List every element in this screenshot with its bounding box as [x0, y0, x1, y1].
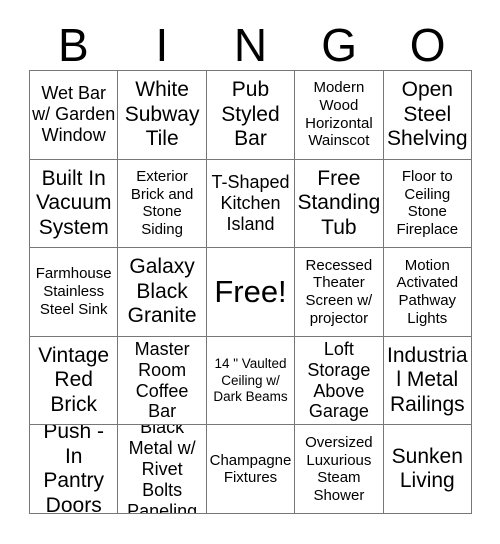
bingo-cell-g4[interactable]: Loft Storage Above Garage: [295, 336, 384, 426]
bingo-cell-label: Galaxy Black Granite: [127, 255, 197, 328]
bingo-header-letter-b: B: [57, 19, 89, 71]
bingo-cell-g1[interactable]: Modern Wood Horizontal Wainscot: [295, 71, 384, 160]
bingo-cell-g5[interactable]: Oversized Luxurious Steam Shower: [295, 425, 384, 514]
bingo-cell-label: Sunken Living: [391, 444, 463, 493]
bingo-cell-i5[interactable]: Black Metal w/ Rivet Bolts Paneling: [118, 425, 207, 514]
bingo-cell-i1[interactable]: White Subway Tile: [118, 71, 207, 160]
bingo-cell-n2[interactable]: T-Shaped Kitchen Island: [206, 159, 296, 249]
bingo-cell-o3[interactable]: Motion Activated Pathway Lights: [383, 248, 472, 337]
bingo-cell-label: Built In Vacuum System: [35, 166, 112, 239]
bingo-cell-label: Black Metal w/ Rivet Bolts Paneling: [127, 425, 198, 514]
bingo-card: B I N G O Wet Bar w/ Garden Window White…: [0, 0, 500, 544]
bingo-cell-o5[interactable]: Sunken Living: [383, 425, 472, 514]
bingo-cell-label: Vintage Red Brick: [38, 344, 110, 416]
bingo-cell-label: Loft Storage Above Garage: [307, 338, 371, 422]
bingo-cell-label: Motion Activated Pathway Lights: [396, 256, 459, 327]
bingo-cell-b5[interactable]: Push - In Pantry Doors: [30, 425, 119, 514]
bingo-cell-i2[interactable]: Exterior Brick and Stone Siding: [118, 159, 207, 249]
bingo-header-letter-o: O: [409, 19, 446, 71]
bingo-cell-n5[interactable]: Champagne Fixtures: [206, 425, 296, 514]
bingo-free-space-label: Free!: [214, 273, 287, 309]
bingo-cell-label: Open Steel Shelving: [387, 78, 468, 150]
bingo-cell-label: Wet Bar w/ Garden Window: [32, 83, 116, 146]
bingo-cell-o4[interactable]: Industrial Metal Railings: [383, 336, 472, 426]
bingo-cell-label: White Subway Tile: [124, 78, 200, 150]
bingo-grid: Wet Bar w/ Garden Window White Subway Ti…: [29, 70, 472, 514]
bingo-cell-label: 14 " Vaulted Ceiling w/ Dark Beams: [213, 356, 288, 404]
bingo-cell-label: Industrial Metal Railings: [387, 344, 468, 416]
bingo-cell-i4[interactable]: Master Room Coffee Bar: [118, 336, 207, 426]
bingo-cell-label: Push - In Pantry Doors: [43, 425, 105, 514]
bingo-cell-label: Free Standing Tub: [297, 166, 381, 239]
bingo-cell-o1[interactable]: Open Steel Shelving: [383, 71, 472, 160]
bingo-header-letter-n: N: [233, 19, 268, 71]
bingo-cell-label: T-Shaped Kitchen Island: [211, 172, 290, 234]
bingo-cell-label: Modern Wood Horizontal Wainscot: [305, 79, 373, 150]
bingo-cell-g3[interactable]: Recessed Theater Screen w/ projector: [295, 248, 384, 337]
bingo-cell-label: Exterior Brick and Stone Siding: [130, 168, 194, 239]
bingo-cell-b4[interactable]: Vintage Red Brick: [30, 336, 119, 426]
bingo-cell-i3[interactable]: Galaxy Black Granite: [118, 248, 207, 337]
bingo-cell-label: Pub Styled Bar: [221, 78, 280, 150]
bingo-cell-b2[interactable]: Built In Vacuum System: [30, 159, 119, 249]
bingo-cell-label: Master Room Coffee Bar: [134, 338, 190, 422]
bingo-cell-b1[interactable]: Wet Bar w/ Garden Window: [30, 71, 119, 160]
bingo-header-letter-i: I: [155, 19, 169, 71]
bingo-cell-label: Floor to Ceiling Stone Fireplace: [396, 168, 459, 239]
bingo-cell-label: Oversized Luxurious Steam Shower: [305, 433, 373, 504]
bingo-cell-label: Recessed Theater Screen w/ projector: [305, 256, 373, 327]
bingo-cell-label: Champagne Fixtures: [209, 451, 292, 487]
bingo-cell-g2[interactable]: Free Standing Tub: [295, 159, 384, 249]
bingo-header-letter-g: G: [321, 19, 357, 71]
bingo-cell-label: Farmhouse Stainless Steel Sink: [35, 265, 112, 318]
bingo-cell-o2[interactable]: Floor to Ceiling Stone Fireplace: [383, 159, 472, 249]
bingo-cell-b3[interactable]: Farmhouse Stainless Steel Sink: [30, 248, 119, 337]
bingo-cell-n4[interactable]: 14 " Vaulted Ceiling w/ Dark Beams: [206, 336, 296, 426]
bingo-cell-n1[interactable]: Pub Styled Bar: [206, 71, 296, 160]
bingo-cell-free-space[interactable]: Free!: [206, 248, 296, 337]
bingo-header: B I N G O: [29, 14, 472, 70]
